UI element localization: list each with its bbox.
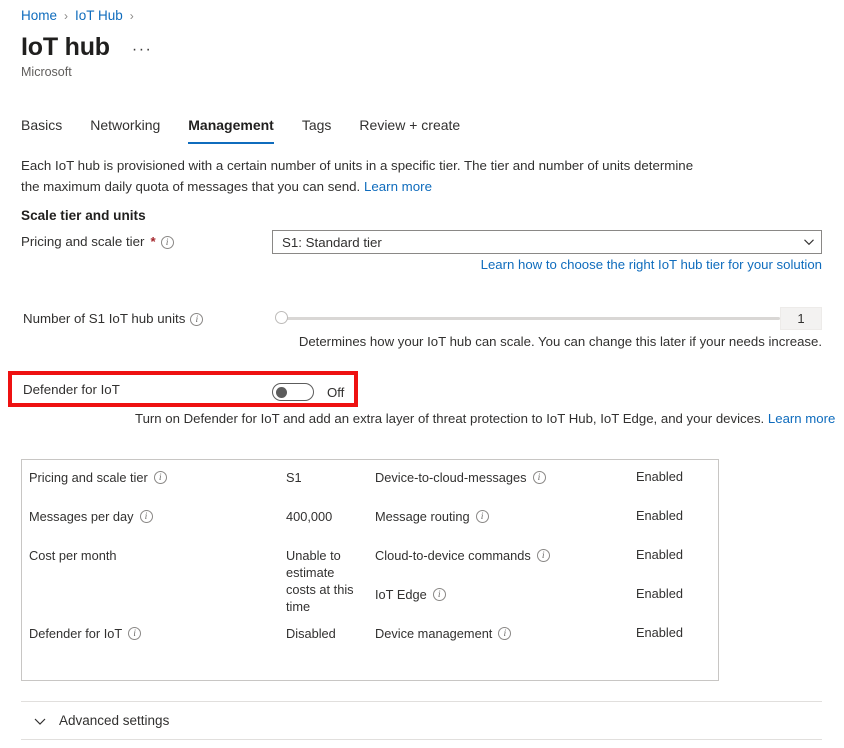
summary-label-text: Device-to-cloud-messages (375, 469, 527, 486)
summary-row-label: Cloud-to-device commands i (375, 547, 550, 564)
defender-description: Turn on Defender for IoT and add an extr… (135, 410, 835, 428)
summary-row-value: Enabled (636, 507, 683, 524)
summary-row-value: Enabled (636, 585, 683, 602)
tab-management[interactable]: Management (174, 115, 288, 144)
intro-text: Each IoT hub is provisioned with a certa… (21, 158, 693, 194)
pricing-tier-help-link[interactable]: Learn how to choose the right IoT hub ti… (481, 256, 822, 274)
section-heading-scale-tier: Scale tier and units (21, 207, 146, 225)
advanced-settings-toggle[interactable]: Advanced settings (33, 712, 169, 730)
summary-table: Pricing and scale tier i S1 Messages per… (21, 459, 719, 681)
summary-label-text: Device management (375, 625, 492, 642)
intro-learn-more-link[interactable]: Learn more (364, 179, 432, 194)
chevron-down-icon (803, 236, 815, 248)
summary-label-text: Cloud-to-device commands (375, 547, 531, 564)
info-icon[interactable]: i (190, 313, 203, 326)
defender-description-text: Turn on Defender for IoT and add an extr… (135, 411, 764, 426)
summary-row-label: Device management i (375, 625, 511, 642)
wizard-tabs: Basics Networking Management Tags Review… (21, 115, 474, 144)
breadcrumb-item-iot-hub[interactable]: IoT Hub (75, 7, 123, 25)
slider-track[interactable] (282, 317, 780, 320)
tab-tags[interactable]: Tags (288, 115, 346, 144)
divider-top (21, 701, 822, 702)
required-asterisk: * (150, 233, 155, 251)
breadcrumb-item-home[interactable]: Home (21, 7, 57, 25)
summary-row-label: Defender for IoT i (29, 625, 141, 642)
summary-label-text: IoT Edge (375, 586, 427, 603)
summary-label-text: Defender for IoT (29, 625, 122, 642)
summary-row-label: Cost per month (29, 547, 117, 564)
slider-thumb[interactable] (275, 311, 288, 324)
units-slider[interactable] (272, 308, 780, 328)
tab-review-create[interactable]: Review + create (345, 115, 474, 144)
units-label-group: Number of S1 IoT hub units i (23, 310, 203, 328)
info-icon[interactable]: i (476, 510, 489, 523)
info-icon[interactable]: i (533, 471, 546, 484)
summary-label-text: Pricing and scale tier (29, 469, 148, 486)
breadcrumb-separator-icon: › (64, 7, 68, 25)
pricing-tier-label-group: Pricing and scale tier * i (21, 233, 174, 251)
summary-row-label: Message routing i (375, 508, 489, 525)
pricing-tier-label: Pricing and scale tier (21, 233, 144, 251)
summary-label-text: Cost per month (29, 547, 117, 564)
intro-paragraph: Each IoT hub is provisioned with a certa… (21, 155, 711, 197)
summary-label-text: Message routing (375, 508, 470, 525)
page-subtitle: Microsoft (21, 64, 72, 80)
pricing-tier-value: S1: Standard tier (282, 235, 803, 250)
summary-row-value: Enabled (636, 468, 683, 485)
info-icon[interactable]: i (537, 549, 550, 562)
info-icon[interactable]: i (161, 236, 174, 249)
units-helper-text: Determines how your IoT hub can scale. Y… (299, 333, 822, 351)
pricing-tier-dropdown[interactable]: S1: Standard tier (272, 230, 822, 254)
summary-row-value: S1 (286, 469, 364, 486)
advanced-settings-label: Advanced settings (59, 712, 169, 730)
summary-row-value: 400,000 (286, 508, 364, 525)
summary-row-value: Disabled (286, 625, 364, 642)
iot-hub-management-page: Home › IoT Hub › IoT hub ··· Microsoft B… (0, 0, 844, 748)
page-title-row: IoT hub ··· (21, 32, 155, 62)
divider-bottom (21, 739, 822, 740)
units-value-box[interactable]: 1 (780, 307, 822, 330)
toggle-knob (276, 387, 287, 398)
info-icon[interactable]: i (140, 510, 153, 523)
units-label: Number of S1 IoT hub units (23, 310, 185, 328)
defender-label: Defender for IoT (23, 381, 120, 399)
summary-row-label: Device-to-cloud-messages i (375, 469, 546, 486)
chevron-down-icon (33, 714, 47, 728)
summary-row-label: IoT Edge i (375, 586, 446, 603)
breadcrumb: Home › IoT Hub › (21, 7, 134, 25)
info-icon[interactable]: i (433, 588, 446, 601)
info-icon[interactable]: i (498, 627, 511, 640)
summary-row-label: Messages per day i (29, 508, 153, 525)
info-icon[interactable]: i (154, 471, 167, 484)
breadcrumb-separator-icon: › (130, 7, 134, 25)
summary-row-value: Unable to estimate costs at this time (286, 547, 364, 615)
summary-row-value: Enabled (636, 624, 683, 641)
defender-learn-more-link[interactable]: Learn more (768, 411, 835, 426)
defender-toggle-state: Off (327, 384, 344, 401)
page-title: IoT hub (21, 32, 110, 62)
summary-label-text: Messages per day (29, 508, 134, 525)
tab-basics[interactable]: Basics (21, 115, 76, 144)
info-icon[interactable]: i (128, 627, 141, 640)
summary-row-label: Pricing and scale tier i (29, 469, 167, 486)
tab-networking[interactable]: Networking (76, 115, 174, 144)
summary-row-value: Enabled (636, 546, 683, 563)
more-actions-icon[interactable]: ··· (129, 43, 155, 57)
defender-toggle[interactable] (272, 383, 314, 401)
